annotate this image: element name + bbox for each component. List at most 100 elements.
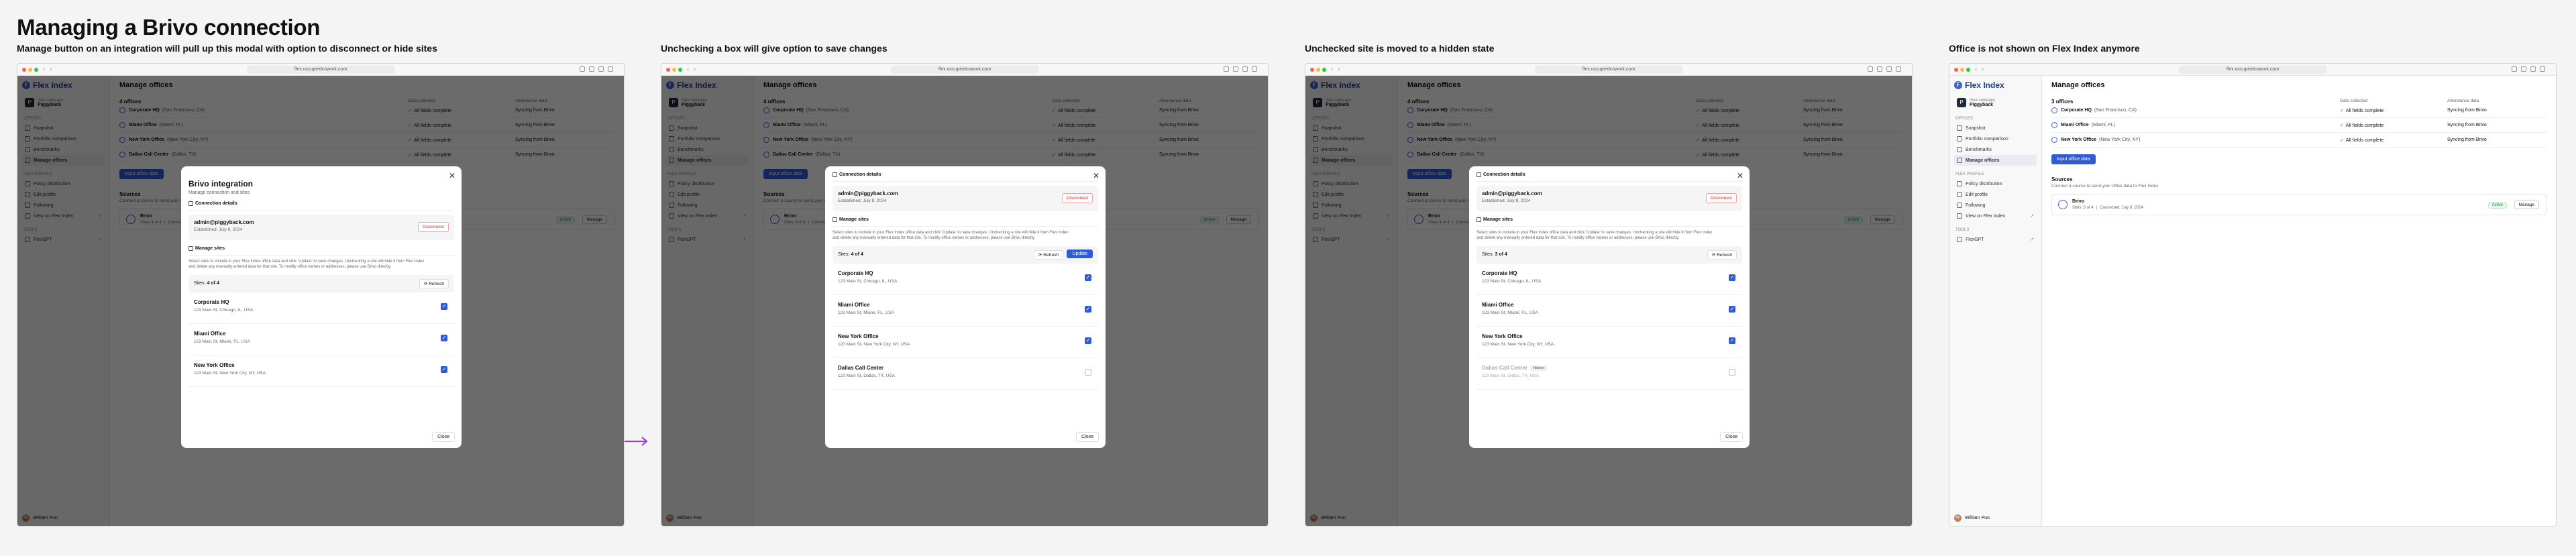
sidebar-item[interactable]: Snapshot <box>1954 123 2037 133</box>
close-button[interactable]: Close <box>1720 432 1743 442</box>
window-control-icon[interactable] <box>1310 68 1314 72</box>
address-bar[interactable]: flex.occupiedcowork.com <box>2179 66 2326 74</box>
table-row[interactable]: Miami Office(Miami, FL)✓All fields compl… <box>2051 118 2546 133</box>
window-control-icon[interactable] <box>666 68 670 72</box>
forward-arrow-icon[interactable]: › <box>50 66 52 73</box>
sidebar-item[interactable]: View on Flex Index ↗ <box>1954 211 2037 221</box>
site-row[interactable]: Miami Office 123 Main St, Miami, FL, USA ✓ <box>833 295 1098 327</box>
forward-arrow-icon[interactable]: › <box>1338 66 1340 73</box>
sidebar-item[interactable]: Policy distribution <box>1954 178 2037 189</box>
sidebar-item[interactable]: Following <box>1954 200 2037 211</box>
close-icon[interactable]: ✕ <box>1737 171 1743 180</box>
main-title: Manage offices <box>2051 81 2105 89</box>
data-status: All fields complete <box>2345 137 2384 143</box>
toolbar-icon[interactable] <box>589 66 594 72</box>
window-control-icon[interactable] <box>34 68 38 72</box>
back-arrow-icon[interactable]: ‹ <box>1331 66 1333 73</box>
toolbar-icon[interactable] <box>1868 66 1873 72</box>
site-checkbox[interactable] <box>1729 369 1735 376</box>
disconnect-button[interactable]: Disconnect <box>1705 193 1737 203</box>
toolbar-icon[interactable] <box>580 66 585 72</box>
site-checkbox[interactable]: ✓ <box>441 366 447 373</box>
refresh-button[interactable]: ⟳ Refresh <box>1033 250 1063 260</box>
close-icon[interactable]: ✕ <box>1093 171 1099 180</box>
disconnect-button[interactable]: Disconnect <box>417 222 449 232</box>
site-checkbox[interactable]: ✓ <box>1729 274 1735 281</box>
toolbar-icon[interactable] <box>598 66 604 72</box>
site-row[interactable]: Miami Office 123 Main St, Miami, FL, USA ✓ <box>1477 295 1742 327</box>
toolbar-icon[interactable] <box>1233 66 1238 72</box>
close-button[interactable]: Close <box>1076 432 1099 442</box>
company-switcher[interactable]: P Your companyPiggyback <box>1954 95 2037 110</box>
site-checkbox[interactable]: ✓ <box>441 303 447 310</box>
address-bar[interactable]: flex.occupiedcowork.com <box>247 66 394 74</box>
connection-email: admin@piggyback.com <box>1482 190 1542 197</box>
toolbar-icon[interactable] <box>2512 66 2517 72</box>
table-row[interactable]: New York Office(New York City, NY)✓All f… <box>2051 133 2546 148</box>
window-control-icon[interactable] <box>672 68 676 72</box>
toolbar-icon[interactable] <box>1252 66 1257 72</box>
close-icon[interactable]: ✕ <box>449 171 455 180</box>
site-row[interactable]: Dallas Call Center Hidden 123 Main St, Dal… <box>1477 358 1742 390</box>
site-row[interactable]: New York Office 123 Main St, New York Cit… <box>833 327 1098 358</box>
site-row[interactable]: Dallas Call Center 123 Main St, Dallas, T… <box>833 358 1098 390</box>
toolbar-icon[interactable] <box>1242 66 1248 72</box>
column-data-collected: Data collected <box>2340 99 2368 103</box>
toolbar-icon[interactable] <box>1896 66 1901 72</box>
user-profile[interactable]: WWilliam Pun <box>1954 514 1990 522</box>
sidebar-item[interactable]: Portfolio comparison <box>1954 133 2037 144</box>
site-row[interactable]: Miami Office 123 Main St, Miami, FL, USA ✓ <box>189 324 454 355</box>
site-row[interactable]: New York Office 123 Main St, New York Cit… <box>1477 327 1742 358</box>
site-checkbox[interactable]: ✓ <box>1085 337 1091 344</box>
toolbar-icon[interactable] <box>2530 66 2536 72</box>
frame: Manage button on an integration will pul… <box>17 42 625 526</box>
table-row[interactable]: Corporate HQ(San Francisco, CA)✓All fiel… <box>2051 103 2546 118</box>
toolbar-icon[interactable] <box>2521 66 2526 72</box>
sidebar-item[interactable]: FlexGPT ↗ <box>1954 234 2037 245</box>
back-arrow-icon[interactable]: ‹ <box>687 66 689 73</box>
site-checkbox[interactable]: ✓ <box>1729 306 1735 313</box>
site-row[interactable]: New York Office 123 Main St, New York Cit… <box>189 355 454 387</box>
window-control-icon[interactable] <box>28 68 32 72</box>
sites-label: Sites: <box>838 252 851 257</box>
toolbar-icon[interactable] <box>1877 66 1882 72</box>
site-checkbox[interactable]: ✓ <box>1729 337 1735 344</box>
manage-button[interactable]: Manage <box>2514 201 2539 209</box>
check-icon: ✓ <box>2340 123 2344 128</box>
address-bar[interactable]: flex.occupiedcowork.com <box>891 66 1038 74</box>
refresh-button[interactable]: ⟳ Refresh <box>419 279 449 288</box>
back-arrow-icon[interactable]: ‹ <box>43 66 45 73</box>
site-checkbox[interactable]: ✓ <box>441 335 447 341</box>
back-arrow-icon[interactable]: ‹ <box>1975 66 1977 73</box>
sites-toolbar: Sites: 3 of 4 ⟳ Refresh <box>1477 246 1742 264</box>
disconnect-button[interactable]: Disconnect <box>1061 193 1093 203</box>
hidden-badge: Hidden <box>1530 365 1548 371</box>
window-control-icon[interactable] <box>1966 68 1970 72</box>
window-control-icon[interactable] <box>678 68 682 72</box>
input-office-data-button[interactable]: Input office data <box>2051 154 2096 164</box>
site-checkbox[interactable] <box>1085 369 1091 376</box>
site-row[interactable]: Corporate HQ 123 Main St, Chicago, IL, US… <box>189 292 454 324</box>
toolbar-icon[interactable] <box>1886 66 1892 72</box>
site-checkbox[interactable]: ✓ <box>1085 274 1091 281</box>
sidebar-item[interactable]: Manage offices <box>1954 155 2037 166</box>
site-checkbox[interactable]: ✓ <box>1085 306 1091 313</box>
sidebar-item[interactable]: Edit profile <box>1954 189 2037 200</box>
forward-arrow-icon[interactable]: › <box>1982 66 1984 73</box>
toolbar-icon[interactable] <box>1224 66 1229 72</box>
window-control-icon[interactable] <box>1322 68 1326 72</box>
site-row[interactable]: Corporate HQ 123 Main St, Chicago, IL, US… <box>1477 264 1742 295</box>
close-button[interactable]: Close <box>432 432 455 442</box>
sidebar-item[interactable]: Benchmarks <box>1954 144 2037 155</box>
update-button[interactable]: Update <box>1067 249 1093 258</box>
site-row[interactable]: Corporate HQ 123 Main St, Chicago, IL, US… <box>833 264 1098 295</box>
toolbar-icon[interactable] <box>2540 66 2545 72</box>
refresh-button[interactable]: ⟳ Refresh <box>1707 250 1737 260</box>
window-control-icon[interactable] <box>22 68 26 72</box>
window-control-icon[interactable] <box>1960 68 1964 72</box>
toolbar-icon[interactable] <box>608 66 613 72</box>
forward-arrow-icon[interactable]: › <box>694 66 696 73</box>
window-control-icon[interactable] <box>1316 68 1320 72</box>
address-bar[interactable]: flex.occupiedcowork.com <box>1535 66 1682 74</box>
window-control-icon[interactable] <box>1954 68 1958 72</box>
